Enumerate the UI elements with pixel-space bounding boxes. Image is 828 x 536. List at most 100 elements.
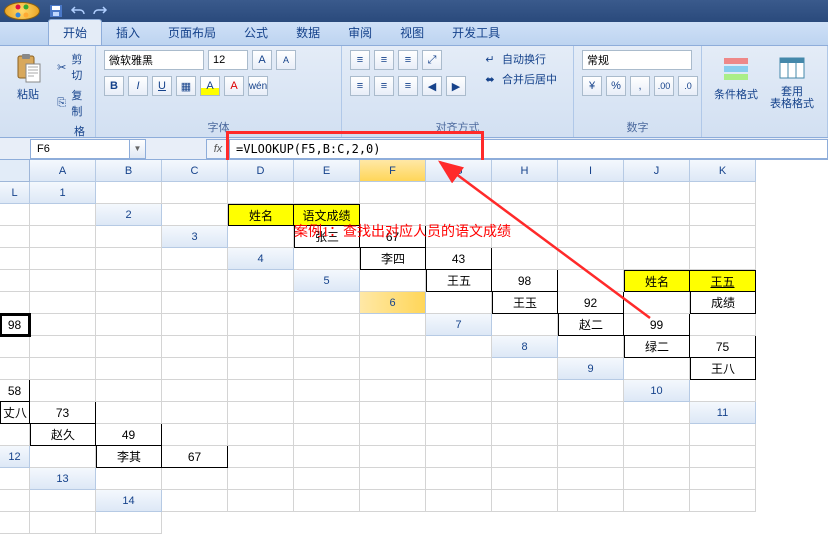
align-bottom-button[interactable]: ≡ — [398, 50, 418, 70]
cell-B6[interactable]: 王玉 — [492, 292, 558, 314]
cell-H13[interactable] — [558, 468, 624, 490]
cell-D5[interactable] — [558, 270, 624, 292]
orientation-button[interactable]: ⤢ — [422, 50, 442, 70]
cell-F7[interactable] — [30, 336, 96, 358]
cell-A1[interactable] — [96, 182, 162, 204]
align-top-button[interactable]: ≡ — [350, 50, 370, 70]
font-color-button[interactable]: A — [224, 76, 244, 96]
cell-I11[interactable] — [492, 424, 558, 446]
cell-F14[interactable] — [492, 490, 558, 512]
cell-F3[interactable] — [558, 226, 624, 248]
cell-L2[interactable] — [96, 226, 162, 248]
col-header-K[interactable]: K — [690, 160, 756, 182]
row-header-3[interactable]: 3 — [162, 226, 228, 248]
percent-button[interactable]: % — [606, 76, 626, 96]
cell-F8[interactable] — [96, 358, 162, 380]
cell-K1[interactable] — [0, 204, 30, 226]
row-header-4[interactable]: 4 — [228, 248, 294, 270]
cell-B12[interactable]: 李其 — [96, 446, 162, 468]
cell-B2[interactable]: 姓名 — [228, 204, 294, 226]
tab-view[interactable]: 视图 — [386, 20, 438, 45]
cell-H10[interactable] — [360, 402, 426, 424]
cell-L14[interactable] — [96, 512, 162, 534]
comma-button[interactable]: , — [630, 76, 650, 96]
cell-C9[interactable]: 58 — [0, 380, 30, 402]
cell-J1[interactable] — [690, 182, 756, 204]
cell-C6[interactable]: 92 — [558, 292, 624, 314]
cell-I10[interactable] — [426, 402, 492, 424]
cell-I8[interactable] — [294, 358, 360, 380]
cell-C5[interactable]: 98 — [492, 270, 558, 292]
cell-J9[interactable] — [426, 380, 492, 402]
cell-E4[interactable] — [558, 248, 624, 270]
cell-K8[interactable] — [426, 358, 492, 380]
cell-D6[interactable] — [624, 292, 690, 314]
cell-I4[interactable] — [30, 270, 96, 292]
col-header-D[interactable]: D — [228, 160, 294, 182]
row-header-11[interactable]: 11 — [690, 402, 756, 424]
cell-L9[interactable] — [558, 380, 624, 402]
cell-G12[interactable] — [426, 446, 492, 468]
cell-L7[interactable] — [426, 336, 492, 358]
cell-H12[interactable] — [492, 446, 558, 468]
currency-button[interactable]: ¥ — [582, 76, 602, 96]
align-left-button[interactable]: ≡ — [350, 76, 370, 96]
decrease-decimal-button[interactable]: .0 — [678, 76, 698, 96]
conditional-format-button[interactable]: 条件格式 — [710, 50, 762, 104]
cell-I1[interactable] — [624, 182, 690, 204]
cell-I7[interactable] — [228, 336, 294, 358]
cell-L8[interactable] — [492, 358, 558, 380]
tab-data[interactable]: 数据 — [282, 20, 334, 45]
cell-F6[interactable]: 98 — [0, 314, 30, 336]
cell-E5[interactable]: 姓名 — [624, 270, 690, 292]
cell-H11[interactable] — [426, 424, 492, 446]
cell-B8[interactable]: 绿二 — [624, 336, 690, 358]
font-size-select[interactable] — [208, 50, 248, 70]
name-box[interactable]: F6 — [30, 139, 130, 159]
fx-button[interactable]: fx — [206, 139, 230, 159]
cell-G5[interactable] — [0, 292, 30, 314]
cell-B11[interactable]: 赵久 — [30, 424, 96, 446]
spreadsheet-grid[interactable]: ABCDEFGHIJKL12姓名语文成绩3张三674李四435王五98姓名王五6… — [0, 160, 828, 534]
increase-indent-button[interactable]: ▶ — [446, 76, 466, 96]
cell-B1[interactable] — [162, 182, 228, 204]
cell-B10[interactable]: 丈八 — [0, 402, 30, 424]
cell-A7[interactable] — [492, 314, 558, 336]
name-box-dropdown[interactable]: ▼ — [130, 139, 146, 159]
col-header-E[interactable]: E — [294, 160, 360, 182]
wrap-text-button[interactable]: ↵自动换行 — [478, 50, 561, 68]
cell-G10[interactable] — [294, 402, 360, 424]
merge-center-button[interactable]: ⬌合并后居中 — [478, 70, 561, 88]
cell-E13[interactable] — [360, 468, 426, 490]
border-button[interactable]: ▦ — [176, 76, 196, 96]
col-header-I[interactable]: I — [558, 160, 624, 182]
cell-G11[interactable] — [360, 424, 426, 446]
cell-D7[interactable] — [690, 314, 756, 336]
cell-J14[interactable] — [0, 512, 30, 534]
cell-D8[interactable] — [0, 358, 30, 380]
cell-K6[interactable] — [294, 314, 360, 336]
cell-C12[interactable]: 67 — [162, 446, 228, 468]
row-header-14[interactable]: 14 — [96, 490, 162, 512]
cell-B5[interactable]: 王五 — [426, 270, 492, 292]
cell-F11[interactable] — [294, 424, 360, 446]
cell-G3[interactable] — [624, 226, 690, 248]
cell-K4[interactable] — [162, 270, 228, 292]
italic-button[interactable]: I — [128, 76, 148, 96]
cell-G13[interactable] — [492, 468, 558, 490]
cell-D4[interactable] — [492, 248, 558, 270]
row-header-7[interactable]: 7 — [426, 314, 492, 336]
cell-G1[interactable] — [492, 182, 558, 204]
cell-A8[interactable] — [558, 336, 624, 358]
cell-K12[interactable] — [690, 446, 756, 468]
cell-K7[interactable] — [360, 336, 426, 358]
cell-C13[interactable] — [228, 468, 294, 490]
cell-B9[interactable]: 王八 — [690, 358, 756, 380]
cell-F12[interactable] — [360, 446, 426, 468]
cell-G7[interactable] — [96, 336, 162, 358]
cell-J6[interactable] — [228, 314, 294, 336]
formula-input[interactable]: =VLOOKUP(F5,B:C,2,0) — [230, 139, 828, 159]
cell-L11[interactable] — [690, 424, 756, 446]
decrease-font-button[interactable]: A — [276, 50, 296, 70]
font-name-select[interactable] — [104, 50, 204, 70]
